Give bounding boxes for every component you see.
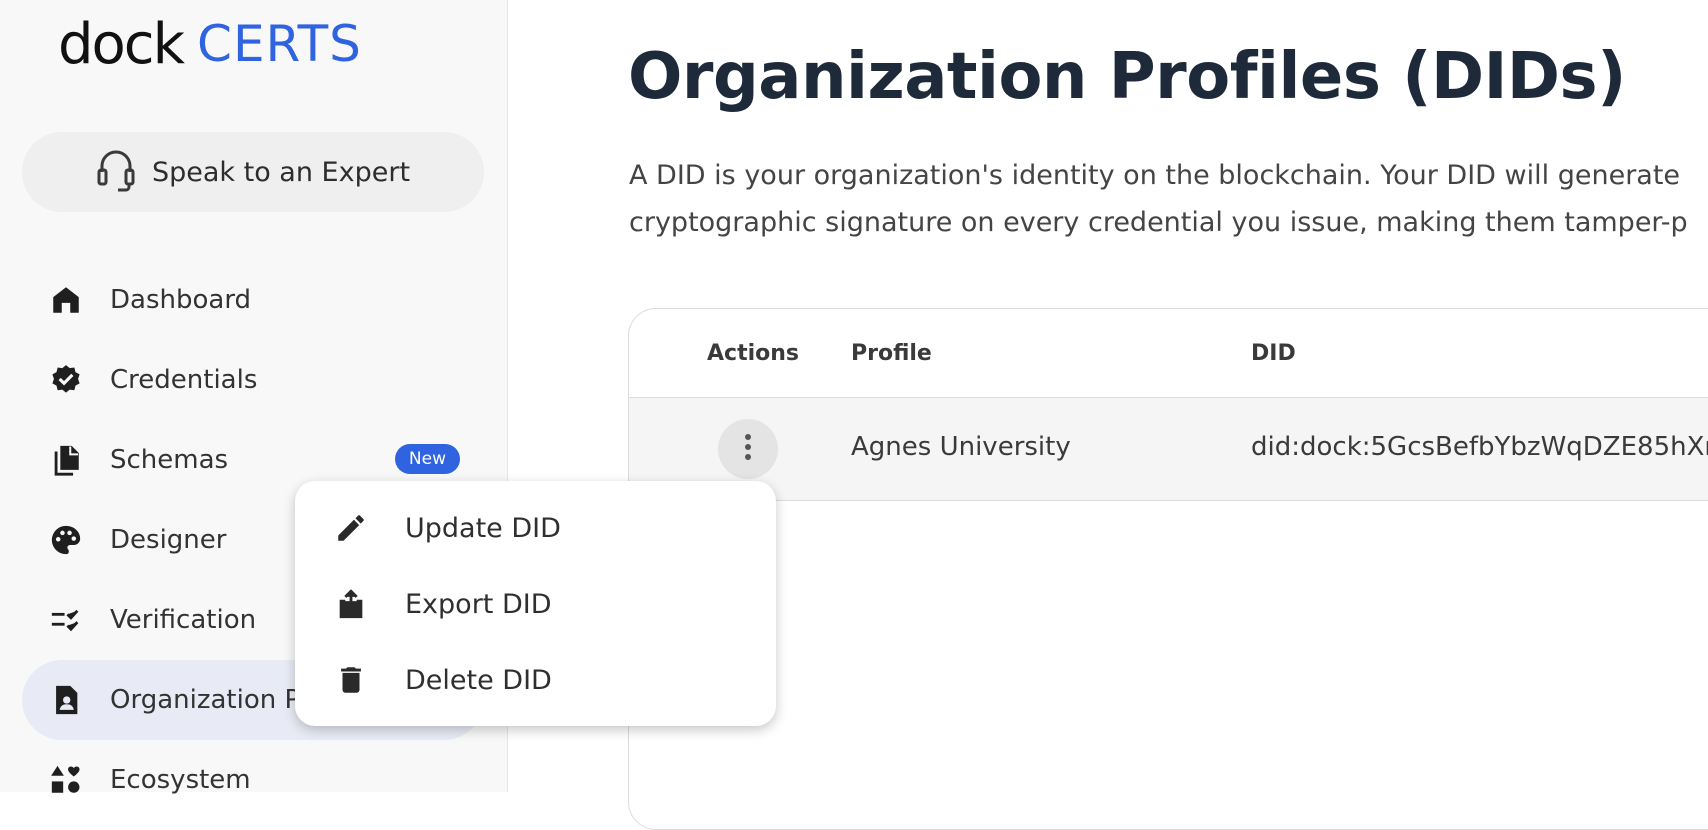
page-description-line-2: cryptographic signature on every credent… — [629, 207, 1688, 238]
speak-to-expert-button[interactable]: Speak to an Expert — [22, 132, 484, 212]
column-header-actions[interactable]: Actions — [707, 341, 799, 366]
sidebar-item-label: Credentials — [110, 365, 258, 395]
checklist-icon — [48, 602, 84, 638]
share-export-icon — [331, 584, 371, 624]
dock-certs-logo[interactable]: dock CERTS — [58, 11, 362, 77]
delete-did-menu-item[interactable]: Delete DID — [295, 642, 776, 718]
row-actions-button[interactable] — [718, 419, 778, 479]
page-description: A DID is your organization's identity on… — [629, 152, 1708, 246]
headset-icon — [96, 146, 136, 199]
export-did-menu-item[interactable]: Export DID — [295, 566, 776, 642]
table-header: Actions Profile DID — [629, 309, 1708, 398]
did-table: Actions Profile DID Agnes University did… — [628, 308, 1708, 830]
page-description-line-1: A DID is your organization's identity on… — [629, 160, 1681, 191]
more-vertical-icon — [743, 432, 753, 466]
did-cell: did:dock:5GcsBefbYbzWqDZE85hXnv — [1251, 432, 1708, 462]
speak-to-expert-label: Speak to an Expert — [151, 156, 411, 188]
sidebar-item-label: Ecosystem — [110, 765, 251, 795]
shapes-icon — [48, 762, 84, 798]
menu-item-label: Export DID — [405, 588, 552, 620]
sidebar-item-label: Dashboard — [110, 285, 252, 315]
table-row[interactable]: Agnes University did:dock:5GcsBefbYbzWqD… — [629, 398, 1708, 501]
sidebar-item-label: Organization P — [110, 685, 301, 715]
trash-icon — [331, 660, 371, 700]
sidebar-item-label: Verification — [110, 605, 257, 635]
logo-dock-text: dock — [58, 11, 185, 77]
menu-item-label: Update DID — [405, 512, 561, 544]
column-header-profile[interactable]: Profile — [851, 341, 932, 366]
page-title: Organization Profiles (DIDs) — [628, 40, 1626, 114]
sidebar-item-label: Schemas — [110, 445, 229, 475]
sidebar-item-ecosystem[interactable]: Ecosystem — [22, 740, 484, 820]
documents-icon — [48, 442, 84, 478]
home-icon — [48, 282, 84, 318]
profile-cell: Agnes University — [851, 432, 1071, 462]
sidebar-item-dashboard[interactable]: Dashboard — [22, 260, 484, 340]
did-actions-menu: Update DID Export DID Delete DID — [295, 481, 776, 726]
palette-icon — [48, 522, 84, 558]
update-did-menu-item[interactable]: Update DID — [295, 490, 776, 566]
id-badge-icon — [48, 682, 84, 718]
column-header-did[interactable]: DID — [1251, 341, 1296, 366]
menu-item-label: Delete DID — [405, 664, 552, 696]
pencil-icon — [331, 508, 371, 548]
logo-certs-text: CERTS — [197, 15, 362, 73]
sidebar-item-credentials[interactable]: Credentials — [22, 340, 484, 420]
new-badge: New — [394, 444, 460, 474]
sidebar-item-label: Designer — [110, 525, 227, 555]
verified-badge-icon — [48, 362, 84, 398]
